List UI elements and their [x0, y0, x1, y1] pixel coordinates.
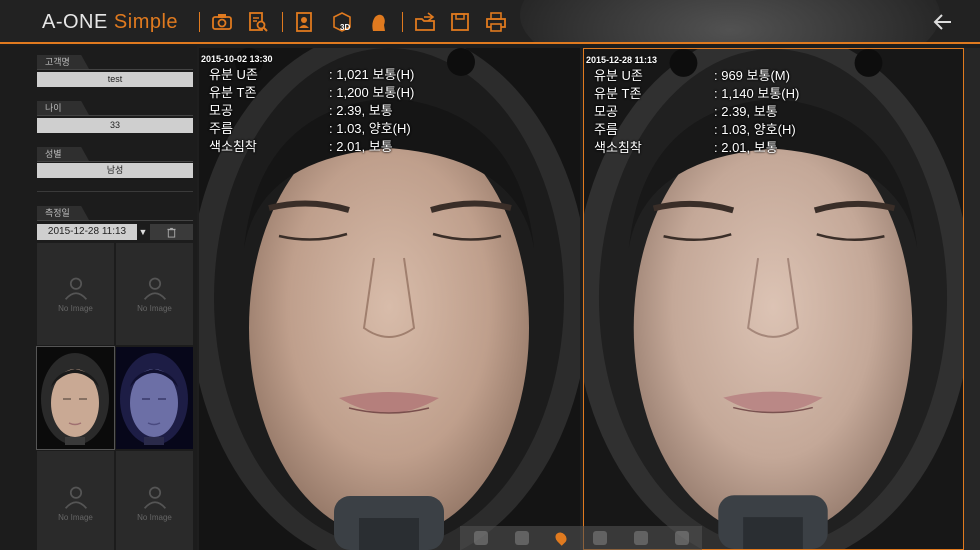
grid-tool-icon[interactable]	[633, 531, 648, 545]
metric-name: 유분 U존	[209, 67, 258, 82]
capture-timestamp: 2015-12-28 11:13	[586, 55, 658, 65]
face-silhouette-icon[interactable]	[366, 11, 390, 33]
metric-value: : 2.01, 보통	[329, 139, 393, 154]
metric-name: 유분 T존	[594, 86, 642, 101]
metric-name: 주름	[594, 122, 618, 137]
metric-value: : 2.39, 보통	[714, 104, 778, 119]
field-divider	[37, 115, 193, 116]
rotate-tool-icon[interactable]	[473, 531, 488, 545]
back-arrow-icon[interactable]	[932, 11, 956, 33]
chevron-down-icon[interactable]: ▼	[138, 224, 148, 240]
right-edge-bar	[964, 48, 980, 550]
measure-tool-icon[interactable]	[514, 531, 529, 545]
metric-row: 색소침착 : 2.01, 보통	[594, 139, 799, 157]
thumbnail-slot[interactable]: No Image	[116, 451, 193, 550]
metric-name: 유분 T존	[209, 85, 257, 100]
before-image-panel[interactable]: 2015-10-02 13:30 유분 U존 : 1,021 보통(H) 유분 T존…	[199, 48, 580, 550]
top-toolbar: A-ONE Simple 3D	[0, 0, 980, 44]
trash-icon	[167, 227, 176, 238]
after-image-panel[interactable]: 2015-12-28 11:13 유분 U존 : 969 보통(M) 유분 T존 : …	[583, 48, 964, 550]
field-divider	[37, 69, 193, 70]
svg-text:3D: 3D	[340, 23, 350, 32]
compare-tool-icon[interactable]	[592, 531, 607, 545]
face-thumbnail-normal[interactable]	[36, 346, 115, 450]
pin-tool-icon[interactable]	[552, 530, 569, 546]
app-logo: A-ONE Simple	[42, 11, 178, 34]
person-placeholder-icon	[143, 277, 166, 300]
person-placeholder-icon	[64, 277, 87, 300]
settings-tool-icon[interactable]	[674, 531, 689, 545]
app-window: A-ONE Simple 3D 고객명 test 나이 33 성별 남성 측정일…	[0, 0, 980, 550]
face-thumbnail-image	[37, 347, 114, 449]
customer-name-field[interactable]: test	[37, 72, 193, 87]
person-placeholder-icon	[143, 486, 166, 509]
3d-view-icon[interactable]: 3D	[330, 11, 354, 33]
metric-row: 색소침착 : 2.01, 보통	[209, 138, 414, 156]
gender-label: 성별	[37, 147, 89, 161]
brand-sub: Simple	[113, 11, 179, 33]
metric-row: 모공 : 2.39, 보통	[594, 103, 799, 121]
customer-age-field[interactable]: 33	[37, 118, 193, 133]
person-placeholder-icon	[64, 486, 87, 509]
metric-value: : 2.39, 보통	[329, 103, 393, 118]
no-image-label: No Image	[58, 304, 93, 313]
save-icon[interactable]	[448, 11, 472, 33]
section-divider	[37, 191, 193, 192]
measure-date-select[interactable]: 2015-12-28 11:13	[37, 224, 137, 240]
metric-name: 색소침착	[209, 139, 257, 154]
print-icon[interactable]	[484, 11, 508, 33]
metric-name: 색소침착	[594, 140, 642, 155]
metric-row: 유분 T존 : 1,140 보통(H)	[594, 85, 799, 103]
camera-icon[interactable]	[210, 11, 234, 33]
thumbnail-slot[interactable]: No Image	[37, 451, 114, 550]
metric-name: 모공	[594, 104, 618, 119]
face-thumbnail-uv[interactable]	[116, 347, 193, 449]
thumbnail-slot[interactable]: No Image	[116, 243, 193, 345]
age-label: 나이	[37, 101, 89, 115]
bottom-tool-strip	[460, 526, 702, 550]
field-divider	[37, 220, 193, 221]
field-divider	[37, 161, 193, 162]
device-hood-decoration	[520, 0, 940, 42]
metric-value: : 1.03, 양호(H)	[329, 121, 411, 136]
no-image-label: No Image	[137, 304, 172, 313]
no-image-label: No Image	[137, 512, 172, 522]
capture-timestamp: 2015-10-02 13:30	[201, 54, 273, 64]
metric-value: : 1,021 보통(H)	[329, 67, 415, 82]
metric-row: 유분 U존 : 969 보통(M)	[594, 67, 799, 85]
export-folder-icon[interactable]	[413, 11, 437, 33]
metric-row: 유분 U존 : 1,021 보통(H)	[209, 66, 414, 84]
skin-metrics-overlay: 유분 U존 : 969 보통(M) 유분 T존 : 1,140 보통(H) 모공 : 2.…	[594, 67, 799, 157]
metric-name: 주름	[209, 121, 233, 136]
metric-name: 모공	[209, 103, 233, 118]
customer-gender-field[interactable]: 남성	[37, 163, 193, 178]
metric-name: 유분 U존	[594, 68, 643, 83]
report-search-icon[interactable]	[246, 11, 270, 33]
metric-row: 모공 : 2.39, 보통	[209, 102, 414, 120]
metric-row: 유분 T존 : 1,200 보통(H)	[209, 84, 414, 102]
measure-date-label: 측정일	[37, 206, 89, 220]
face-thumbnail-image	[116, 347, 193, 449]
profile-icon[interactable]	[292, 11, 316, 33]
thumbnail-slot[interactable]: No Image	[37, 243, 114, 345]
metric-value: : 1,140 보통(H)	[714, 86, 800, 101]
metric-value: : 1.03, 양호(H)	[714, 122, 796, 137]
name-label: 고객명	[37, 55, 89, 69]
toolbar-separator	[282, 12, 283, 32]
skin-metrics-overlay: 유분 U존 : 1,021 보통(H) 유분 T존 : 1,200 보통(H) 모공 : …	[209, 66, 414, 156]
thumbnail-grid: No Image No Image No Image No Image	[36, 243, 193, 550]
metric-row: 주름 : 1.03, 양호(H)	[209, 120, 414, 138]
customer-sidebar: 고객명 test 나이 33 성별 남성 측정일 2015-12-28 11:1…	[0, 46, 197, 550]
delete-button[interactable]	[150, 224, 193, 240]
metric-row: 주름 : 1.03, 양호(H)	[594, 121, 799, 139]
metric-value: : 1,200 보통(H)	[329, 85, 415, 100]
brand-main: A-ONE	[42, 11, 108, 33]
toolbar-separator	[402, 12, 403, 32]
no-image-label: No Image	[58, 512, 93, 522]
toolbar-separator	[199, 12, 200, 32]
metric-value: : 969 보통(M)	[714, 68, 790, 83]
metric-value: : 2.01, 보통	[714, 140, 778, 155]
